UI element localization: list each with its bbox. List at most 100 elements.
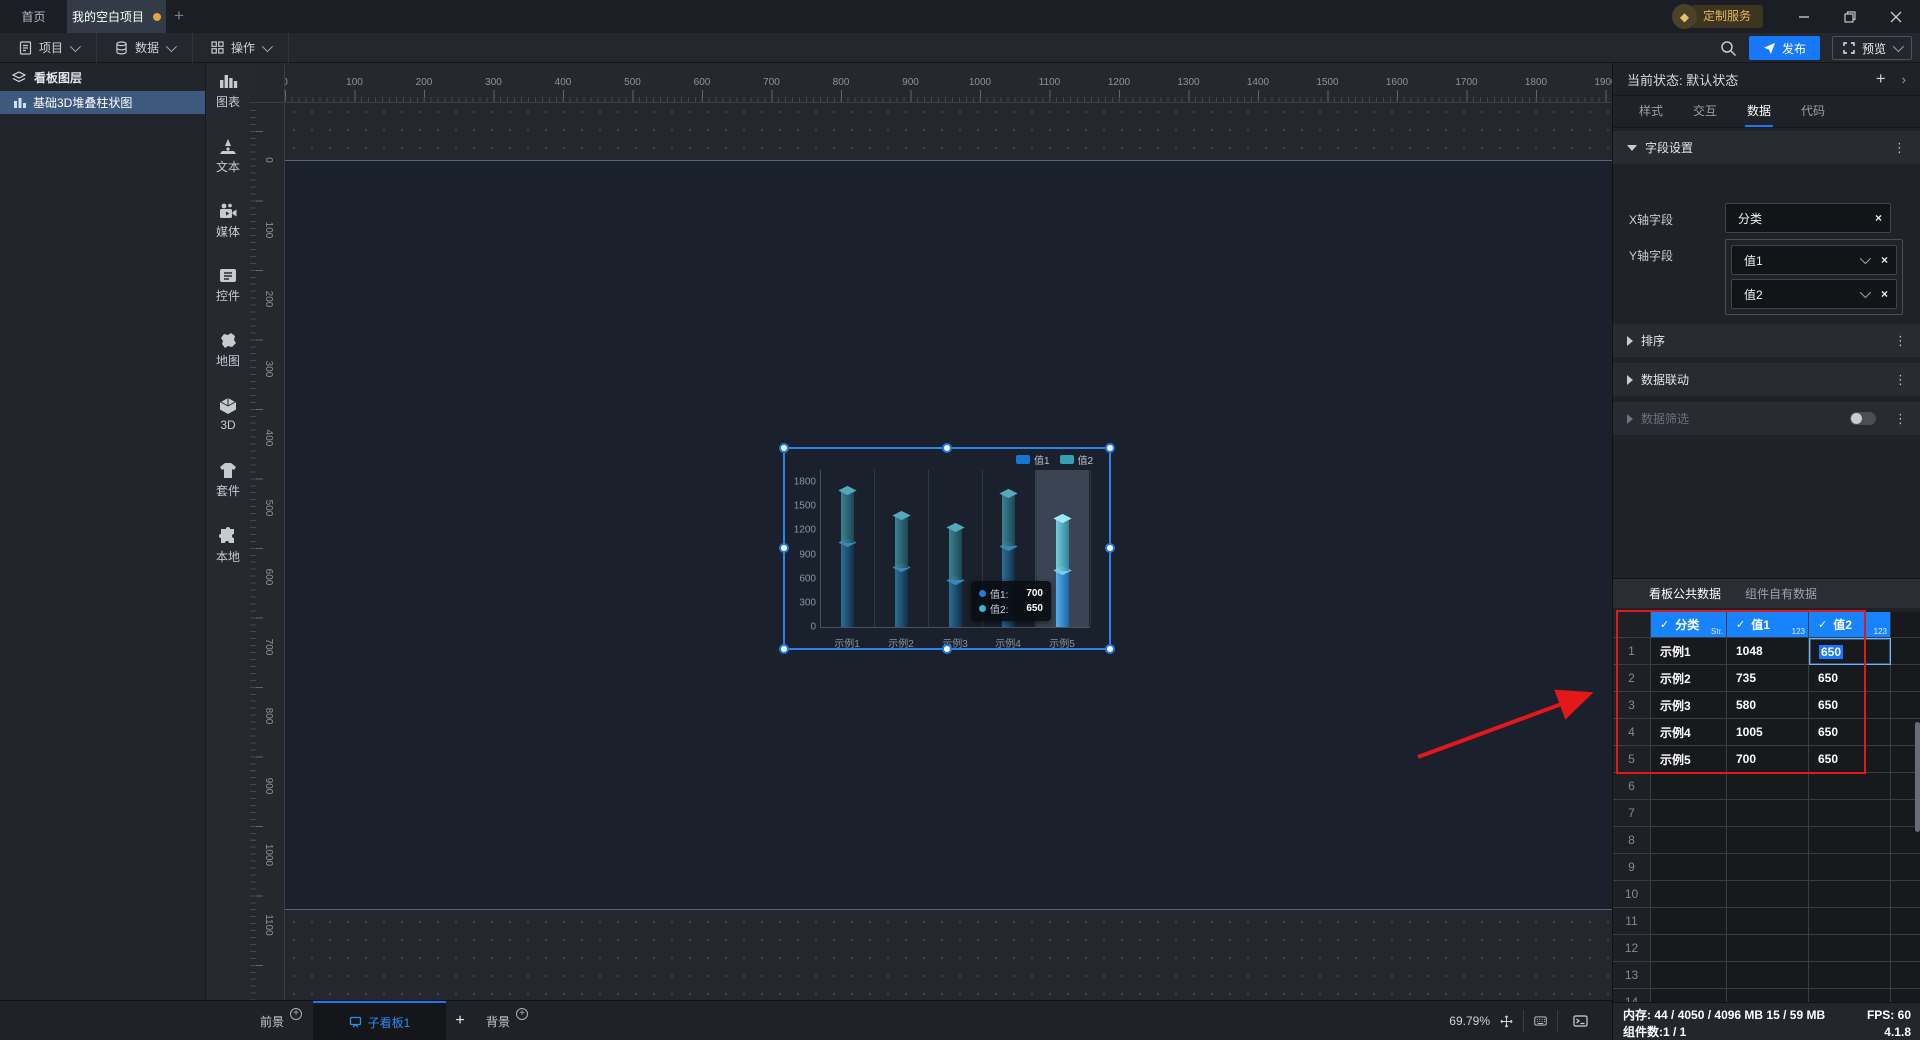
table-cell[interactable] (1651, 881, 1727, 908)
toolbox-item-3d[interactable]: 3D (206, 397, 250, 449)
table-cell[interactable] (1809, 989, 1891, 1002)
table-cell[interactable] (1809, 935, 1891, 962)
add-icon[interactable]: + (516, 1008, 528, 1020)
custom-service-badge[interactable]: ◆ 定制服务 (1672, 4, 1764, 29)
section-data-filter[interactable]: 数据筛选 ⋮ (1613, 402, 1920, 435)
table-cell[interactable] (1727, 854, 1809, 881)
tab-interaction[interactable]: 交互 (1693, 102, 1717, 127)
kebab-menu-icon[interactable]: ⋮ (1894, 373, 1907, 386)
layer-item-3d-stacked-bar[interactable]: 基础3D堆叠柱状图 (0, 91, 205, 114)
toolbox-item-kits[interactable]: 套件 (206, 462, 250, 514)
clear-icon[interactable]: × (1881, 287, 1888, 301)
maximize-button[interactable] (1827, 0, 1873, 33)
vertical-ruler[interactable]: 0 100 200 300 400 500 600 700 800 900 1000 1100 (250, 103, 285, 1000)
bar-chart-icon (14, 98, 26, 108)
resize-handle-ne[interactable] (1105, 443, 1115, 453)
section-data-linkage[interactable]: 数据联动 ⋮ (1613, 363, 1920, 396)
table-cell[interactable] (1727, 908, 1809, 935)
resize-handle-nw[interactable] (779, 443, 789, 453)
table-cell[interactable] (1809, 854, 1891, 881)
foreground-tab[interactable]: 前景 + (250, 1001, 312, 1040)
keyboard-icon (1534, 1016, 1547, 1026)
fit-view-button[interactable] (1500, 1010, 1524, 1032)
toolbox-item-media[interactable]: 媒体 (206, 202, 250, 254)
preview-button[interactable]: 预览 (1831, 36, 1912, 60)
clear-icon[interactable]: × (1881, 253, 1888, 267)
table-cell[interactable] (1651, 854, 1727, 881)
table-cell[interactable] (1809, 908, 1891, 935)
tab-style[interactable]: 样式 (1639, 102, 1663, 127)
resize-handle-sw[interactable] (779, 644, 789, 654)
shortcut-keys-button[interactable] (1534, 1010, 1558, 1032)
table-cell[interactable] (1651, 935, 1727, 962)
horizontal-ruler[interactable]: 0 100 200 300 400 500 600 700 800 900 1000 1100 1200… (250, 63, 1612, 103)
toolbox-item-map[interactable]: 地图 (206, 332, 250, 384)
table-cell[interactable] (1651, 827, 1727, 854)
table-cell[interactable] (1727, 800, 1809, 827)
close-button[interactable] (1873, 0, 1919, 33)
minimize-button[interactable] (1781, 0, 1827, 33)
resize-handle-s[interactable] (942, 644, 952, 654)
table-cell[interactable] (1651, 962, 1727, 989)
add-icon[interactable]: + (290, 1008, 302, 1020)
kebab-menu-icon[interactable]: ⋮ (1893, 141, 1906, 154)
resize-handle-e[interactable] (1105, 543, 1115, 553)
table-cell[interactable] (1727, 989, 1809, 1002)
table-cell[interactable] (1651, 800, 1727, 827)
kebab-menu-icon[interactable]: ⋮ (1894, 412, 1907, 425)
new-tab-button[interactable]: + (170, 7, 188, 25)
component-selection-box[interactable] (779, 443, 1115, 654)
y-field-select-1[interactable]: 值1 × (1731, 245, 1897, 275)
table-cell[interactable] (1727, 881, 1809, 908)
filter-toggle[interactable] (1850, 412, 1876, 425)
table-cell[interactable] (1727, 827, 1809, 854)
resize-handle-n[interactable] (942, 443, 952, 453)
widget-list-icon (220, 269, 236, 282)
toolbox-item-local[interactable]: 本地 (206, 527, 250, 579)
tab-project[interactable]: 我的空白项目 (67, 0, 166, 33)
resize-handle-w[interactable] (779, 543, 789, 553)
tab-home[interactable]: 首页 (0, 0, 67, 33)
zoom-level[interactable]: 69.79% (1449, 1014, 1490, 1028)
y-field-select-2[interactable]: 值2 × (1731, 279, 1897, 309)
y-field-row: Y轴字段 值1 × 值2 × (1613, 239, 1920, 315)
table-cell[interactable] (1809, 773, 1891, 800)
table-cell[interactable] (1809, 881, 1891, 908)
add-state-button[interactable]: + (1876, 69, 1886, 89)
table-vertical-scrollbar[interactable] (1915, 722, 1920, 832)
table-cell[interactable] (1727, 962, 1809, 989)
clear-icon[interactable]: × (1875, 211, 1882, 225)
x-field-input[interactable]: 分类 × (1725, 203, 1891, 233)
publish-button[interactable]: 发布 (1748, 36, 1820, 60)
search-icon[interactable] (1720, 40, 1737, 57)
table-cell[interactable] (1727, 773, 1809, 800)
menu-operations[interactable]: 操作 (193, 32, 290, 63)
menu-project[interactable]: 项目 (0, 32, 98, 63)
section-field-settings[interactable]: 字段设置 ⋮ (1613, 131, 1920, 164)
tab-data[interactable]: 数据 (1745, 102, 1774, 127)
resize-handle-se[interactable] (1105, 644, 1115, 654)
background-tab[interactable]: 背景 + (476, 1001, 538, 1040)
toolbox-item-controls[interactable]: 控件 (206, 267, 250, 319)
table-cell[interactable] (1727, 935, 1809, 962)
tab-board-public-data[interactable]: 看板公共数据 (1649, 585, 1721, 602)
table-cell[interactable] (1809, 800, 1891, 827)
tab-component-own-data[interactable]: 组件自有数据 (1745, 585, 1817, 602)
tab-code[interactable]: 代码 (1801, 102, 1825, 127)
kebab-menu-icon[interactable]: ⋮ (1894, 334, 1907, 347)
subboard-tab[interactable]: 子看板1 (313, 1001, 446, 1040)
menu-data[interactable]: 数据 (97, 32, 194, 63)
console-button[interactable] (1568, 1010, 1592, 1032)
expand-states-button[interactable]: › (1902, 72, 1906, 87)
table-cell[interactable] (1809, 827, 1891, 854)
toolbox-item-charts[interactable]: 图表 (206, 72, 250, 124)
toolbox-item-text[interactable]: 文本 (206, 137, 250, 189)
table-cell[interactable] (1809, 962, 1891, 989)
x-field-row: X轴字段 分类 × (1613, 203, 1920, 233)
table-cell[interactable] (1651, 773, 1727, 800)
table-cell[interactable] (1651, 989, 1727, 1002)
section-sort[interactable]: 排序 ⋮ (1613, 324, 1920, 357)
table-cell[interactable] (1651, 908, 1727, 935)
table-cell (1891, 854, 1920, 881)
add-page-button[interactable]: + (446, 1001, 474, 1040)
